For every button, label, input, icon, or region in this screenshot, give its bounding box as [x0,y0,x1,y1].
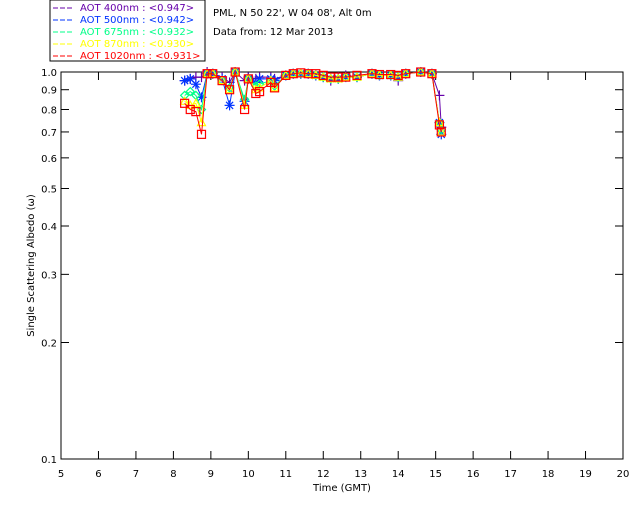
series-line-4 [184,70,442,135]
x-tick-label: 5 [58,469,64,480]
y-tick-label: 0.8 [41,106,57,117]
x-tick-label: 8 [170,469,176,480]
albedo-chart: 5 6 7 8 9 10 11 12 13 14 15 16 17 18 19 20 0.1 0.2 0.3 0.4 0… [26,0,630,494]
x-tick-label: 13 [354,469,367,480]
legend-entry: AOT 870nm : <0.930> [80,39,194,50]
data-point-triangle [179,96,190,105]
legend-entry: AOT 400nm : <0.947> [80,3,194,14]
legend-entry: AOT 1020nm : <0.931> [80,51,200,62]
x-tick-label: 18 [542,469,555,480]
y-tick-label: 0.6 [41,154,57,165]
data-point-asterisk [190,79,201,90]
y-tick-label: 0.4 [41,222,57,233]
x-tick-label: 9 [208,469,214,480]
data-point-asterisk [224,100,235,111]
y-tick-label: 0.3 [41,270,57,281]
x-tick-label: 16 [467,469,480,480]
x-tick-label: 15 [429,469,442,480]
x-tick-label: 12 [317,469,330,480]
y-tick-label: 1.0 [41,68,57,79]
x-tick-label: 19 [579,469,592,480]
legend-entry: AOT 675nm : <0.932> [80,27,194,38]
x-tick-label: 20 [617,469,630,480]
x-tick-label: 10 [242,469,255,480]
y-tick-label: 0.5 [41,184,57,195]
chart-title-line: Data from: 12 Mar 2013 [213,27,333,38]
plot-frame [60,71,624,460]
legend-entry: AOT 500nm : <0.942> [80,15,194,26]
x-tick-label: 7 [133,469,139,480]
y-tick-label: 0.7 [41,128,57,139]
x-tick-label: 14 [392,469,405,480]
y-tick-label: 0.2 [41,339,57,350]
y-axis-label: Single Scattering Albedo (ω) [26,194,37,337]
y-tick-label: 0.1 [41,455,57,466]
x-tick-label: 17 [504,469,517,480]
x-axis-label: Time (GMT) [312,483,371,494]
x-tick-label: 11 [279,469,292,480]
x-tick-label: 6 [95,469,101,480]
chart-container: 5 6 7 8 9 10 11 12 13 14 15 16 17 18 19 20 0.1 0.2 0.3 0.4 0… [0,0,640,512]
y-tick-label: 0.9 [41,86,57,97]
chart-title-line: PML, N 50 22', W 04 08', Alt 0m [213,8,372,19]
